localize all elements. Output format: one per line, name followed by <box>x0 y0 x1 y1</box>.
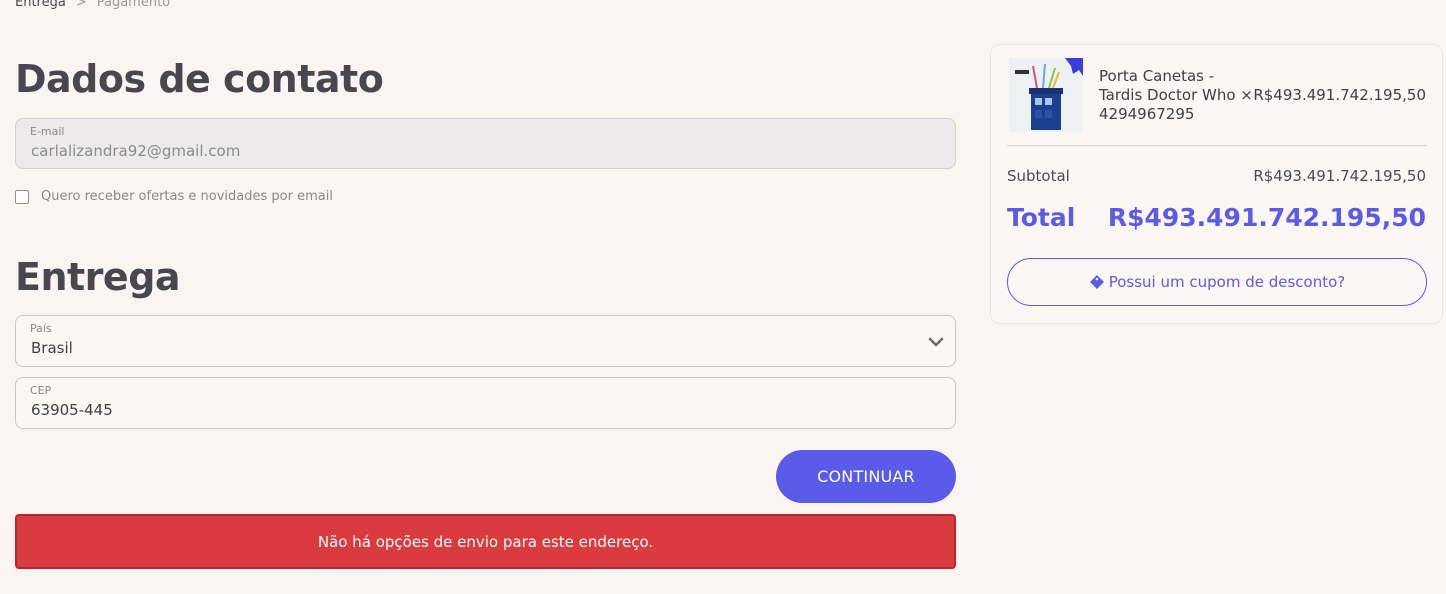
breadcrumb-separator: > <box>75 0 87 10</box>
shipping-error-banner: Não há opções de envio para este endereç… <box>15 514 956 569</box>
subtotal-label: Subtotal <box>1007 167 1070 185</box>
breadcrumb: Entrega > Pagamento <box>15 0 170 10</box>
subtotal-row: Subtotal R$493.491.742.195,50 <box>1007 167 1426 185</box>
country-label: País <box>30 322 52 335</box>
product-price: R$493.491.742.195,50 <box>1253 86 1426 104</box>
email-label: E-mail <box>30 125 65 138</box>
product-image <box>1009 58 1083 132</box>
tardis-pen-holder-image <box>1009 58 1083 132</box>
coupon-button[interactable]: Possui um cupom de desconto? <box>1007 258 1427 306</box>
product-name: Porta Canetas - Tardis Doctor Who × 4294… <box>1099 67 1259 124</box>
breadcrumb-entrega[interactable]: Entrega <box>15 0 66 10</box>
total-label: Total <box>1007 203 1076 232</box>
order-summary: Porta Canetas - Tardis Doctor Who × 4294… <box>990 44 1443 324</box>
total-row: Total R$493.491.742.195,50 <box>1007 203 1426 232</box>
country-value[interactable]: Brasil <box>31 339 73 357</box>
cep-label: CEP <box>30 384 52 397</box>
coupon-label[interactable]: Possui um cupom de desconto? <box>1109 273 1346 291</box>
newsletter-checkbox[interactable] <box>15 189 29 204</box>
cep-value[interactable]: 63905-445 <box>31 401 113 419</box>
email-value: carlalizandra92@gmail.com <box>31 142 241 160</box>
contact-title: Dados de contato <box>15 57 384 101</box>
country-select[interactable]: País Brasil <box>15 315 956 367</box>
subtotal-value: R$493.491.742.195,50 <box>1253 167 1426 185</box>
delivery-title: Entrega <box>15 255 181 299</box>
chevron-down-icon[interactable] <box>927 333 945 351</box>
product-quantity: 4294967295 <box>1099 105 1195 123</box>
breadcrumb-pagamento[interactable]: Pagamento <box>97 0 170 10</box>
cep-field[interactable]: CEP 63905-445 <box>15 377 956 429</box>
summary-divider <box>1007 145 1427 146</box>
newsletter-option[interactable]: Quero receber ofertas e novidades por em… <box>15 189 333 204</box>
continue-button[interactable]: CONTINUAR <box>776 450 956 503</box>
product-title: Porta Canetas - Tardis Doctor Who × <box>1099 67 1253 104</box>
email-field: E-mail carlalizandra92@gmail.com <box>15 118 956 169</box>
total-value: R$493.491.742.195,50 <box>1107 203 1426 232</box>
newsletter-label[interactable]: Quero receber ofertas e novidades por em… <box>41 189 333 204</box>
tag-icon <box>1089 275 1104 289</box>
